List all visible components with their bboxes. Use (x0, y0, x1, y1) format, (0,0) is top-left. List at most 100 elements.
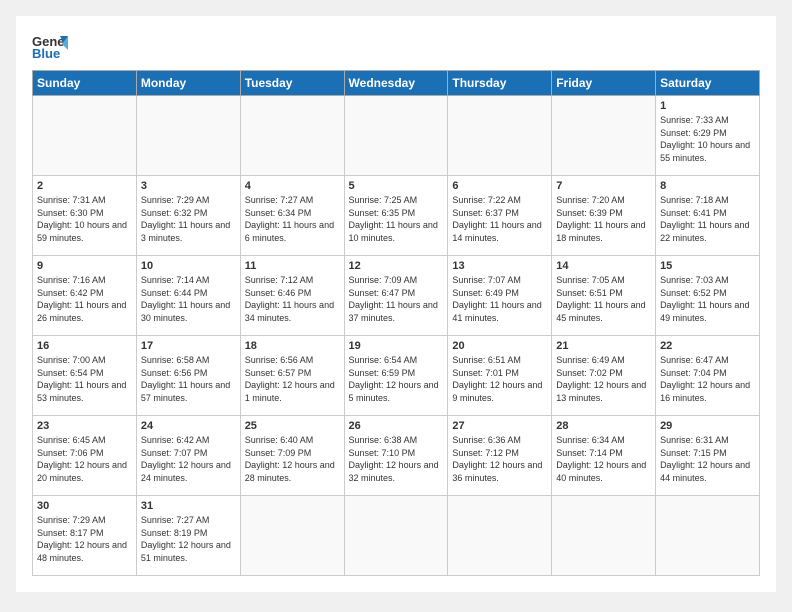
day-number: 10 (141, 260, 236, 272)
day-info: Sunrise: 6:47 AM Sunset: 7:04 PM Dayligh… (660, 354, 755, 404)
calendar-day-cell (344, 496, 448, 576)
day-info: Sunrise: 7:31 AM Sunset: 6:30 PM Dayligh… (37, 194, 132, 244)
day-number: 6 (452, 180, 547, 192)
day-number: 2 (37, 180, 132, 192)
calendar-day-cell (552, 496, 656, 576)
calendar-day-cell: 17 Sunrise: 6:58 AM Sunset: 6:56 PM Dayli… (136, 336, 240, 416)
calendar-day-cell: 21Sunrise: 6:49 AM Sunset: 7:02 PM Dayli… (552, 336, 656, 416)
day-info: Sunrise: 7:18 AM Sunset: 6:41 PM Dayligh… (660, 194, 755, 244)
generalblue-icon: General Blue (32, 32, 68, 60)
calendar: SundayMondayTuesdayWednesdayThursdayFrid… (32, 70, 760, 576)
calendar-day-cell: 7 Sunrise: 7:20 AM Sunset: 6:39 PM Daylig… (552, 176, 656, 256)
day-number: 21 (556, 340, 651, 352)
calendar-day-cell (344, 96, 448, 176)
calendar-day-cell: 18Sunrise: 6:56 AM Sunset: 6:57 PM Dayli… (240, 336, 344, 416)
calendar-day-cell: 27Sunrise: 6:36 AM Sunset: 7:12 PM Dayli… (448, 416, 552, 496)
day-number: 26 (349, 420, 444, 432)
day-info: Sunrise: 7:29 AM Sunset: 6:32 PM Dayligh… (141, 194, 236, 244)
day-info: Sunrise: 6:54 AM Sunset: 6:59 PM Dayligh… (349, 354, 444, 404)
calendar-day-cell: 4Sunrise: 7:27 AM Sunset: 6:34 PM Daylig… (240, 176, 344, 256)
day-number: 27 (452, 420, 547, 432)
calendar-day-header: Saturday (656, 71, 760, 96)
day-info: Sunrise: 7:09 AM Sunset: 6:47 PM Dayligh… (349, 274, 444, 324)
day-number: 19 (349, 340, 444, 352)
logo: General Blue (32, 32, 68, 60)
calendar-day-cell (448, 96, 552, 176)
calendar-day-cell: 6 Sunrise: 7:22 AM Sunset: 6:37 PM Daylig… (448, 176, 552, 256)
day-info: Sunrise: 6:40 AM Sunset: 7:09 PM Dayligh… (245, 434, 340, 484)
calendar-day-header: Tuesday (240, 71, 344, 96)
calendar-week-row: 23 Sunrise: 6:45 AM Sunset: 7:06 PM Dayli… (33, 416, 760, 496)
calendar-day-cell: 23 Sunrise: 6:45 AM Sunset: 7:06 PM Dayli… (33, 416, 137, 496)
calendar-day-cell (240, 96, 344, 176)
day-number: 29 (660, 420, 755, 432)
day-number: 1 (660, 100, 755, 112)
day-info: Sunrise: 7:03 AM Sunset: 6:52 PM Dayligh… (660, 274, 755, 324)
calendar-day-cell: 25 Sunrise: 6:40 AM Sunset: 7:09 PM Dayli… (240, 416, 344, 496)
calendar-day-cell: 19 Sunrise: 6:54 AM Sunset: 6:59 PM Dayli… (344, 336, 448, 416)
calendar-day-cell: 5 Sunrise: 7:25 AM Sunset: 6:35 PM Daylig… (344, 176, 448, 256)
calendar-day-cell (656, 496, 760, 576)
day-number: 7 (556, 180, 651, 192)
calendar-day-cell: 24 Sunrise: 6:42 AM Sunset: 7:07 PM Dayli… (136, 416, 240, 496)
calendar-day-cell: 13Sunrise: 7:07 AM Sunset: 6:49 PM Dayli… (448, 256, 552, 336)
calendar-day-cell (33, 96, 137, 176)
day-info: Sunrise: 6:45 AM Sunset: 7:06 PM Dayligh… (37, 434, 132, 484)
calendar-week-row: 30Sunrise: 7:29 AM Sunset: 8:17 PM Dayli… (33, 496, 760, 576)
calendar-day-cell: 3 Sunrise: 7:29 AM Sunset: 6:32 PM Daylig… (136, 176, 240, 256)
calendar-day-cell: 22 Sunrise: 6:47 AM Sunset: 7:04 PM Dayli… (656, 336, 760, 416)
day-number: 22 (660, 340, 755, 352)
calendar-week-row: 1Sunrise: 7:33 AM Sunset: 6:29 PM Daylig… (33, 96, 760, 176)
day-info: Sunrise: 7:14 AM Sunset: 6:44 PM Dayligh… (141, 274, 236, 324)
page: General Blue SundayMondayTuesdayWednesda… (16, 16, 776, 592)
day-info: Sunrise: 7:12 AM Sunset: 6:46 PM Dayligh… (245, 274, 340, 324)
day-info: Sunrise: 6:38 AM Sunset: 7:10 PM Dayligh… (349, 434, 444, 484)
calendar-day-cell: 26 Sunrise: 6:38 AM Sunset: 7:10 PM Dayli… (344, 416, 448, 496)
day-number: 4 (245, 180, 340, 192)
day-info: Sunrise: 7:29 AM Sunset: 8:17 PM Dayligh… (37, 514, 132, 564)
day-number: 5 (349, 180, 444, 192)
calendar-day-header: Monday (136, 71, 240, 96)
calendar-week-row: 9 Sunrise: 7:16 AM Sunset: 6:42 PM Daylig… (33, 256, 760, 336)
day-number: 25 (245, 420, 340, 432)
calendar-day-cell: 30Sunrise: 7:29 AM Sunset: 8:17 PM Dayli… (33, 496, 137, 576)
day-number: 3 (141, 180, 236, 192)
day-number: 17 (141, 340, 236, 352)
day-info: Sunrise: 6:51 AM Sunset: 7:01 PM Dayligh… (452, 354, 547, 404)
day-info: Sunrise: 6:58 AM Sunset: 6:56 PM Dayligh… (141, 354, 236, 404)
calendar-day-cell: 28Sunrise: 6:34 AM Sunset: 7:14 PM Dayli… (552, 416, 656, 496)
calendar-week-row: 2 Sunrise: 7:31 AM Sunset: 6:30 PM Daylig… (33, 176, 760, 256)
day-number: 16 (37, 340, 132, 352)
day-number: 9 (37, 260, 132, 272)
calendar-day-cell: 15 Sunrise: 7:03 AM Sunset: 6:52 PM Dayli… (656, 256, 760, 336)
day-number: 18 (245, 340, 340, 352)
day-info: Sunrise: 6:34 AM Sunset: 7:14 PM Dayligh… (556, 434, 651, 484)
calendar-day-cell: 20 Sunrise: 6:51 AM Sunset: 7:01 PM Dayli… (448, 336, 552, 416)
day-info: Sunrise: 7:07 AM Sunset: 6:49 PM Dayligh… (452, 274, 547, 324)
calendar-day-header: Wednesday (344, 71, 448, 96)
day-number: 8 (660, 180, 755, 192)
calendar-day-header: Friday (552, 71, 656, 96)
day-number: 24 (141, 420, 236, 432)
day-info: Sunrise: 7:16 AM Sunset: 6:42 PM Dayligh… (37, 274, 132, 324)
day-number: 23 (37, 420, 132, 432)
calendar-day-cell: 11 Sunrise: 7:12 AM Sunset: 6:46 PM Dayli… (240, 256, 344, 336)
day-info: Sunrise: 7:25 AM Sunset: 6:35 PM Dayligh… (349, 194, 444, 244)
calendar-day-cell: 2 Sunrise: 7:31 AM Sunset: 6:30 PM Daylig… (33, 176, 137, 256)
day-number: 11 (245, 260, 340, 272)
day-number: 14 (556, 260, 651, 272)
calendar-day-cell (136, 96, 240, 176)
calendar-day-cell: 14 Sunrise: 7:05 AM Sunset: 6:51 PM Dayli… (552, 256, 656, 336)
day-info: Sunrise: 7:05 AM Sunset: 6:51 PM Dayligh… (556, 274, 651, 324)
calendar-week-row: 16 Sunrise: 7:00 AM Sunset: 6:54 PM Dayli… (33, 336, 760, 416)
calendar-day-cell (552, 96, 656, 176)
day-number: 15 (660, 260, 755, 272)
calendar-day-cell: 8 Sunrise: 7:18 AM Sunset: 6:41 PM Daylig… (656, 176, 760, 256)
day-info: Sunrise: 7:22 AM Sunset: 6:37 PM Dayligh… (452, 194, 547, 244)
day-info: Sunrise: 7:20 AM Sunset: 6:39 PM Dayligh… (556, 194, 651, 244)
day-number: 12 (349, 260, 444, 272)
day-info: Sunrise: 7:00 AM Sunset: 6:54 PM Dayligh… (37, 354, 132, 404)
day-info: Sunrise: 6:42 AM Sunset: 7:07 PM Dayligh… (141, 434, 236, 484)
day-number: 20 (452, 340, 547, 352)
calendar-day-cell (240, 496, 344, 576)
